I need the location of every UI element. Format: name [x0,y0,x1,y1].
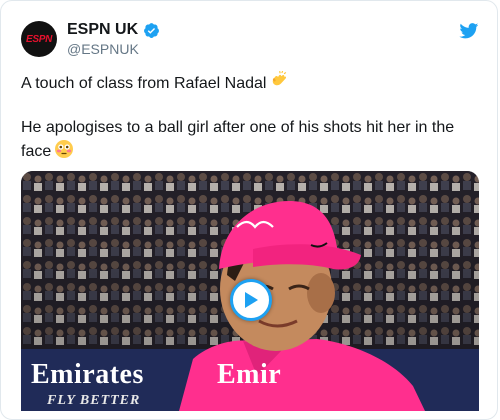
name-row: ESPN UK [67,21,160,39]
sponsor-board-left: Emirates [31,359,144,390]
sponsor-board-right: Emir [217,359,282,390]
tweet-line-2: He apologises to a ball girl after one o… [21,117,471,163]
sponsor-slogan: FLY BETTER [47,393,141,408]
embedded-tweet-card: ESPN ESPN UK @ESPNUK A touch of class fr… [0,0,498,420]
tweet-line-2-text: He apologises to a ball girl after one o… [21,119,455,160]
avatar[interactable]: ESPN [21,21,57,57]
display-name[interactable]: ESPN UK [67,21,138,39]
tweet-line-1: A touch of class from Rafael Nadal [21,71,471,95]
tweet-header: ESPN ESPN UK @ESPNUK [21,19,479,61]
tweet-line-1-text: A touch of class from Rafael Nadal [21,75,267,92]
flushed-face-icon [55,140,74,158]
clapping-hands-icon [273,71,287,86]
handle[interactable]: @ESPNUK [67,41,139,57]
video-media[interactable]: Emirates Emir FLY BETTER [21,171,479,411]
verified-badge-icon [144,22,160,38]
twitter-bird-icon[interactable] [459,23,479,39]
play-button[interactable] [230,279,272,321]
play-icon [245,292,258,308]
espn-logo: ESPN [25,33,53,45]
tweet-text: A touch of class from Rafael Nadal He ap… [21,71,471,163]
